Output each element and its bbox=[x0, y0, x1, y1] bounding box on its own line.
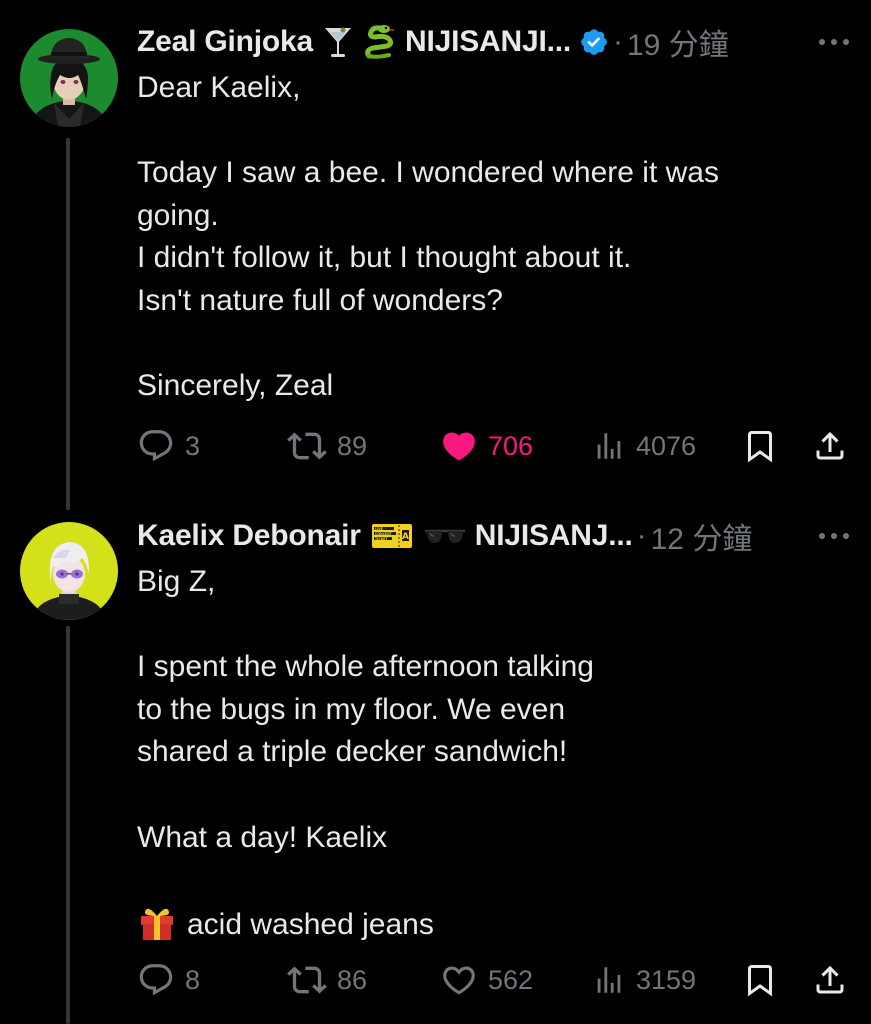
post-text-line: Today I saw a bee. I wondered where it w… bbox=[137, 156, 719, 190]
ticket-letter: A bbox=[402, 532, 409, 542]
post-text-line: Big Z, bbox=[137, 565, 216, 598]
verified-badge-icon bbox=[579, 27, 609, 57]
views-button[interactable]: 3159 bbox=[592, 958, 696, 1002]
reply-count: 3 bbox=[185, 430, 201, 461]
repost-button[interactable]: 86 bbox=[287, 958, 367, 1002]
view-count: 3159 bbox=[636, 964, 697, 995]
post-text-line bbox=[137, 604, 811, 647]
post-text: Big Z, I spent the whole afternoon talki… bbox=[137, 561, 811, 946]
repost-count: 89 bbox=[337, 430, 368, 461]
like-button[interactable]: 562 bbox=[440, 958, 533, 1002]
thread-line bbox=[66, 626, 70, 1024]
like-button[interactable]: 706 bbox=[440, 424, 533, 468]
post-text-line: Dear Kaelix, bbox=[137, 71, 301, 104]
affiliation[interactable]: NIJISANJ... bbox=[475, 519, 633, 553]
post-text-line: What a day! Kaelix bbox=[137, 820, 388, 854]
views-icon bbox=[597, 967, 621, 993]
post-text-line: going. bbox=[137, 198, 219, 232]
thread-line bbox=[66, 138, 70, 510]
bookmark-icon bbox=[748, 431, 772, 463]
like-count: 562 bbox=[488, 964, 534, 995]
post-time[interactable]: 19 分鐘 bbox=[627, 20, 729, 64]
post-text-line: I spent the whole afternoon talking bbox=[137, 650, 594, 684]
reply-icon bbox=[139, 430, 173, 462]
bookmark-icon bbox=[748, 965, 772, 997]
repost-button[interactable]: 89 bbox=[287, 424, 367, 468]
post-text-line: Isn't nature full of wonders? bbox=[137, 283, 503, 317]
ticket-text: LIVE bbox=[375, 527, 383, 531]
reply-icon bbox=[139, 964, 173, 996]
heart-outline-icon bbox=[443, 966, 475, 995]
cocktail-glass-emoji bbox=[323, 24, 353, 60]
affiliation[interactable]: NIJISANJI... bbox=[405, 25, 571, 59]
repost-icon bbox=[287, 432, 327, 460]
post-header: Zeal Ginjoka NIJISANJI... · 19 分鐘 bbox=[137, 21, 851, 63]
post-text-line: Sincerely, Zeal bbox=[137, 369, 334, 403]
views-icon bbox=[597, 433, 621, 459]
post-text-line bbox=[137, 323, 811, 366]
bookmark-button[interactable] bbox=[742, 424, 778, 468]
avatar-zeal[interactable] bbox=[20, 29, 118, 127]
post-text-line: I didn't follow it, but I thought about … bbox=[137, 241, 632, 275]
like-count: 706 bbox=[488, 430, 534, 461]
gift-emoji bbox=[141, 908, 173, 940]
heart-filled-icon bbox=[443, 432, 475, 461]
more-icon[interactable] bbox=[817, 21, 851, 63]
reply-count: 8 bbox=[185, 964, 201, 995]
post-text-line bbox=[137, 774, 811, 817]
share-icon bbox=[816, 965, 844, 994]
display-name[interactable]: Zeal Ginjoka bbox=[137, 25, 313, 59]
action-bar: 8 86 562 3159 bbox=[137, 958, 851, 1002]
separator-dot: · bbox=[612, 25, 623, 58]
post-text-line: to the bugs in my floor. We even bbox=[137, 692, 566, 726]
views-button[interactable]: 4076 bbox=[592, 424, 696, 468]
share-button[interactable] bbox=[812, 958, 848, 1002]
share-icon bbox=[816, 431, 844, 460]
post-text-line bbox=[137, 110, 811, 153]
share-button[interactable] bbox=[812, 424, 848, 468]
action-bar: 3 89 706 4076 bbox=[137, 424, 851, 468]
ticket-text: CONCERT bbox=[375, 532, 393, 536]
ticket-text: TICKET bbox=[375, 537, 388, 541]
post-header: Kaelix Debonair A LIVE CONCERT TICKET NI… bbox=[137, 515, 851, 557]
repost-icon bbox=[287, 966, 327, 994]
avatar-kaelix[interactable] bbox=[20, 522, 118, 620]
view-count: 4076 bbox=[636, 430, 697, 461]
reply-button[interactable]: 3 bbox=[137, 424, 200, 468]
post-zeal[interactable]: Zeal Ginjoka NIJISANJI... · 19 分鐘 Dear K… bbox=[0, 0, 871, 510]
concert-ticket-emoji: A LIVE CONCERT TICKET bbox=[371, 521, 413, 551]
display-name[interactable]: Kaelix Debonair bbox=[137, 519, 361, 553]
snake-emoji bbox=[363, 24, 397, 60]
post-text-line: shared a triple decker sandwich! bbox=[137, 735, 568, 769]
separator-dot: · bbox=[636, 519, 647, 552]
gift-text: acid washed jeans bbox=[187, 907, 434, 941]
repost-count: 86 bbox=[337, 964, 368, 995]
post-time[interactable]: 12 分鐘 bbox=[651, 514, 753, 558]
post-kaelix[interactable]: Kaelix Debonair A LIVE CONCERT TICKET NI… bbox=[0, 510, 871, 1024]
reply-button[interactable]: 8 bbox=[137, 958, 200, 1002]
post-text-line bbox=[137, 859, 811, 902]
bookmark-button[interactable] bbox=[742, 958, 778, 1002]
post-text-line-gift: acid washed jeans bbox=[137, 902, 811, 947]
post-text: Dear Kaelix, Today I saw a bee. I wonder… bbox=[137, 67, 811, 408]
sunglasses-emoji bbox=[423, 523, 467, 549]
more-icon[interactable] bbox=[817, 515, 851, 557]
